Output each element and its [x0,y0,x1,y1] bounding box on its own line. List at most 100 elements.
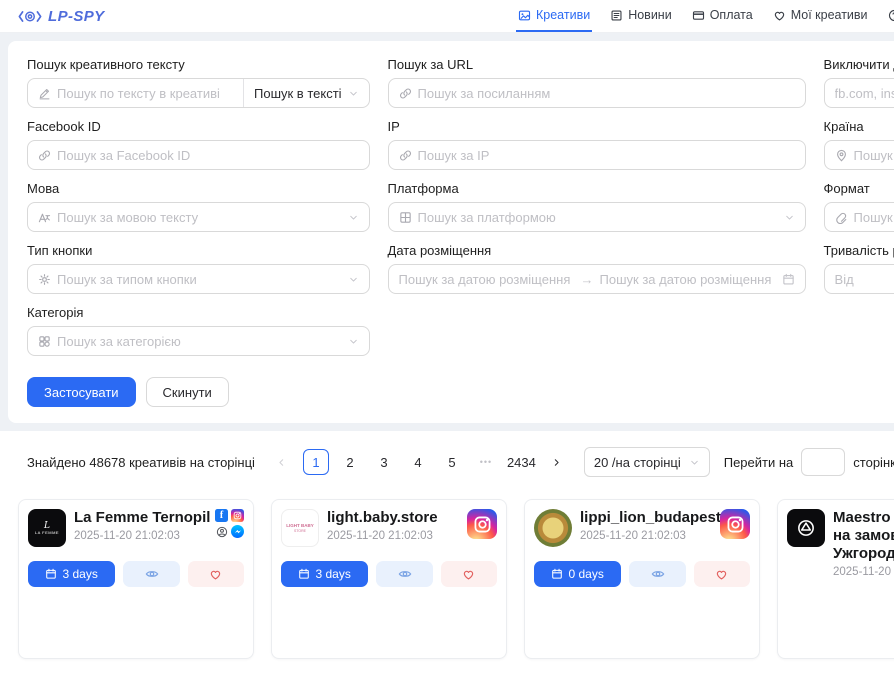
page-button-last[interactable]: 2434 [507,449,536,475]
pencil-icon [38,87,51,100]
nav-tab-my-creatives[interactable]: Мої креативи [771,0,870,32]
favorite-button[interactable] [188,561,244,587]
nav-label: Оплата [710,8,753,22]
calendar-icon [551,568,563,580]
messenger-icon[interactable] [231,525,244,538]
exclude-domains-input[interactable] [835,86,894,101]
duration-from-group [824,264,894,294]
facebook-icon[interactable]: f [215,509,228,522]
category-select[interactable] [27,326,370,356]
nav-tab-faq[interactable]: FAQ [886,0,894,32]
goto-page-input[interactable] [801,448,845,476]
nav-label: Мої креативи [791,8,868,22]
days-button[interactable]: 3 days [28,561,115,587]
field-label: Facebook ID [27,119,370,134]
page-button-4[interactable]: 4 [405,449,431,475]
reset-button[interactable]: Скинути [146,377,229,407]
logo-text: LP-SPY [48,8,105,25]
category-input[interactable] [57,334,342,349]
date-range-picker[interactable]: → [388,264,806,294]
calendar-icon [45,568,57,580]
field-label: Пошук за URL [388,57,806,72]
results-section: Знайдено 48678 креативів на сторінці 1 2… [0,431,894,699]
advertiser-name: La Femme Ternopil [74,509,207,527]
filter-placement-date: Дата розміщення → [388,243,806,294]
facebook-id-input[interactable] [57,148,359,163]
link-icon [399,149,412,162]
creative-text-input-group: Пошук в тексті [27,78,370,108]
language-input[interactable] [57,210,342,225]
results-summary: Знайдено 48678 креативів на сторінці [27,455,255,470]
country-input[interactable] [854,148,894,163]
page-button-3[interactable]: 3 [371,449,397,475]
calendar-icon [782,273,795,286]
main-nav: Креативи Новини Оплата Мої креативи FAQ [516,0,894,32]
filter-format: Формат [824,181,894,232]
logo-eye-icon [18,9,42,24]
avatar: LIGHT BABY STORE [281,509,319,547]
prev-page-button[interactable] [269,449,295,475]
format-select[interactable] [824,202,894,232]
url-input[interactable] [418,86,795,101]
days-button[interactable]: 0 days [534,561,621,587]
eye-icon [398,567,412,581]
instagram-icon[interactable] [467,509,497,539]
goto-suffix: сторінку [853,455,894,470]
chevron-right-icon [551,457,562,468]
heart-icon [209,568,222,581]
chevron-down-icon [348,336,359,347]
button-type-select[interactable] [27,264,370,294]
button-type-input[interactable] [57,272,342,287]
avatar [534,509,572,547]
date-to-input[interactable] [600,272,776,287]
filter-facebook-id: Facebook ID [27,119,370,170]
creative-date: 2025-11-20 21:02:03 [833,566,894,578]
view-button[interactable] [123,561,179,587]
app-logo[interactable]: LP-SPY [18,8,105,25]
field-label: Виключити домени [824,57,894,72]
format-input[interactable] [854,210,894,225]
filter-country: Країна [824,119,894,170]
nav-tab-news[interactable]: Новини [608,0,674,32]
language-select[interactable] [27,202,370,232]
duration-from-input[interactable] [835,272,894,287]
favorite-button[interactable] [441,561,497,587]
page-size-select[interactable]: 20 /на сторінці [584,447,710,477]
page-button-5[interactable]: 5 [439,449,465,475]
country-input-group [824,140,894,170]
platform-input[interactable] [418,210,778,225]
ip-input[interactable] [418,148,795,163]
view-button[interactable] [376,561,432,587]
page-button-1[interactable]: 1 [303,449,329,475]
favorite-button[interactable] [694,561,750,587]
person-icon[interactable] [215,525,228,538]
filter-panel: Пошук креативного тексту Пошук в тексті … [8,41,894,423]
nav-tab-payment[interactable]: Оплата [690,0,755,32]
filter-url: Пошук за URL [388,57,806,108]
filter-creative-text: Пошук креативного тексту Пошук в тексті [27,57,370,108]
view-button[interactable] [629,561,685,587]
pagination-ellipsis[interactable]: ••• [473,449,499,475]
nav-label: Креативи [536,8,590,22]
creative-date: 2025-11-20 21:02:03 [74,530,207,542]
days-button[interactable]: 3 days [281,561,368,587]
filter-ip: IP [388,119,806,170]
next-page-button[interactable] [544,449,570,475]
apply-button[interactable]: Застосувати [27,377,136,407]
field-label: Формат [824,181,894,196]
nav-tab-creatives[interactable]: Креативи [516,0,592,32]
field-label: Тривалість реклами (дні) [824,243,894,258]
category-grid-icon [38,335,51,348]
filter-duration: Тривалість реклами (дні) [824,243,894,294]
link-icon [399,87,412,100]
page-button-2[interactable]: 2 [337,449,363,475]
gear-icon [38,273,51,286]
results-bar: Знайдено 48678 креативів на сторінці 1 2… [0,447,894,477]
search-mode-select[interactable]: Пошук в тексті [243,79,359,107]
instagram-icon[interactable] [231,509,244,522]
creative-text-input[interactable] [57,86,233,101]
instagram-icon[interactable] [720,509,750,539]
creative-date: 2025-11-20 21:02:03 [580,530,712,542]
date-from-input[interactable] [399,272,575,287]
platform-select[interactable] [388,202,806,232]
